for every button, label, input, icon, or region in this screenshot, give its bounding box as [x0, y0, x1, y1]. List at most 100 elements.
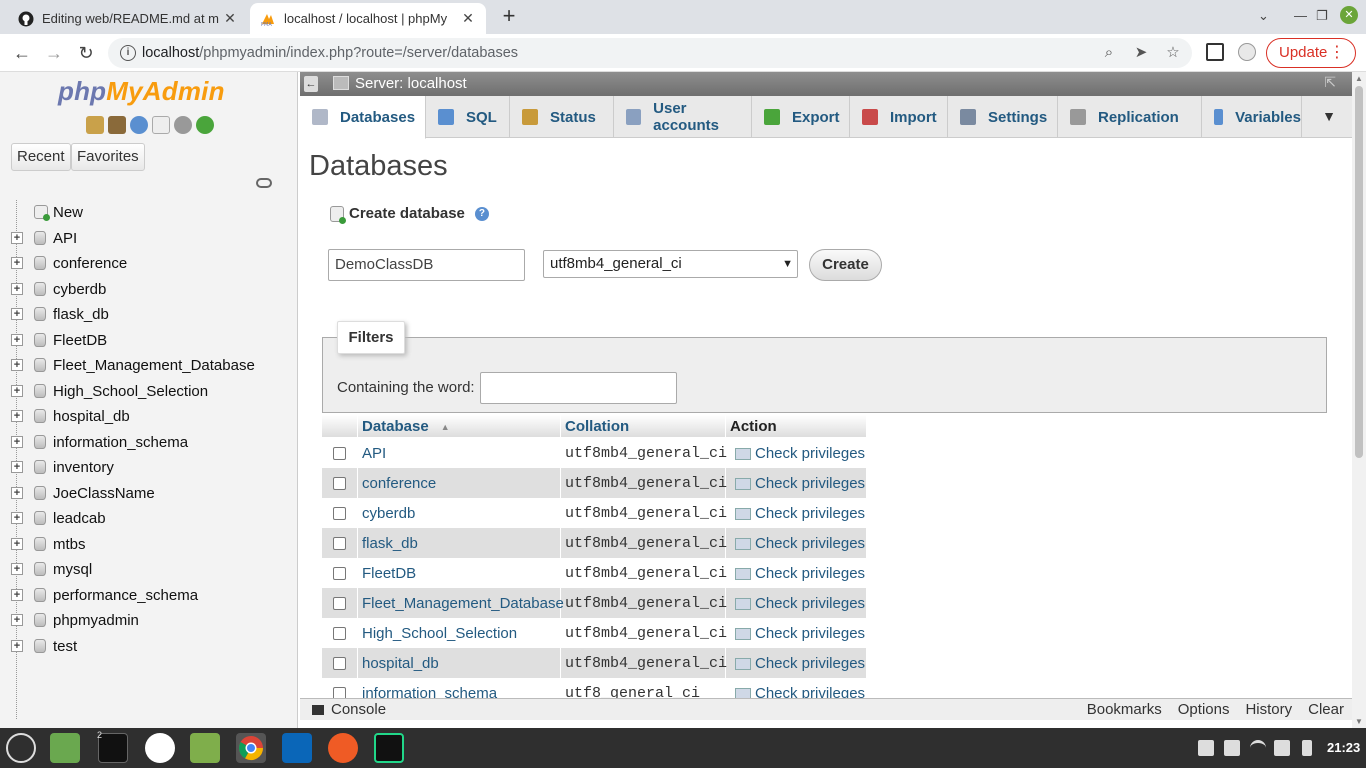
tab-search-icon[interactable]: ⌄ [1258, 8, 1269, 24]
tab-user-accounts[interactable]: User accounts [614, 96, 752, 138]
column-header-database[interactable]: Database ▲ [362, 418, 450, 435]
check-privileges-link[interactable]: Check privileges [735, 445, 865, 462]
software-manager-icon[interactable] [145, 733, 175, 763]
tree-item-database[interactable]: + FleetDB [8, 328, 293, 354]
scroll-up-icon[interactable]: ▲ [1355, 74, 1363, 83]
reload-icon[interactable]: ↻ [75, 42, 97, 64]
expand-icon[interactable]: + [11, 537, 23, 550]
tab-variables[interactable]: Variables [1202, 96, 1302, 138]
check-privileges-link[interactable]: Check privileges [735, 655, 865, 672]
help-icon[interactable]: ? [474, 206, 489, 221]
tree-item-label[interactable]: flask_db [53, 306, 109, 323]
row-checkbox[interactable] [333, 447, 346, 460]
expand-icon[interactable]: + [11, 614, 23, 626]
tree-item-label[interactable]: leadcab [53, 510, 106, 527]
close-tab-icon[interactable]: ✕ [222, 10, 238, 27]
scroll-down-icon[interactable]: ▼ [1355, 717, 1363, 726]
row-checkbox[interactable] [333, 537, 346, 550]
tab-settings[interactable]: Settings [948, 96, 1058, 138]
tree-item-label[interactable]: mysql [53, 561, 92, 578]
console-label[interactable]: Console [331, 701, 386, 718]
clipboard-icon[interactable] [1198, 740, 1214, 756]
row-checkbox[interactable] [333, 507, 346, 520]
tab-databases[interactable]: Databases [300, 96, 426, 139]
expand-icon[interactable]: + [11, 359, 23, 371]
update-button[interactable]: Update ⋮ [1266, 38, 1356, 68]
tree-item-database[interactable]: + phpmyadmin [8, 608, 293, 634]
database-link[interactable]: conference [362, 475, 436, 492]
tree-item-label[interactable]: API [53, 230, 77, 247]
collapse-navigation-icon[interactable]: ← [304, 76, 318, 92]
row-checkbox[interactable] [333, 477, 346, 490]
page-scrollbar[interactable]: ▲ ▼ [1352, 72, 1366, 728]
expand-icon[interactable]: + [11, 410, 23, 422]
wifi-icon[interactable] [1250, 740, 1266, 756]
site-info-icon[interactable]: i [120, 45, 136, 61]
check-privileges-link[interactable]: Check privileges [735, 625, 865, 642]
expand-icon[interactable]: + [11, 308, 23, 320]
tree-item-database[interactable]: + inventory [8, 455, 293, 481]
tree-item-database[interactable]: + flask_db [8, 302, 293, 328]
tree-item-database[interactable]: + leadcab [8, 506, 293, 532]
check-privileges-link[interactable]: Check privileges [735, 535, 865, 552]
tab-import[interactable]: Import [850, 96, 948, 138]
terminal-icon[interactable] [98, 733, 128, 763]
tree-item-database[interactable]: + test [8, 634, 293, 660]
tree-item-label[interactable]: conference [53, 255, 127, 272]
check-privileges-link[interactable]: Check privileges [735, 595, 865, 612]
expand-icon[interactable]: + [11, 588, 23, 601]
tree-item-database[interactable]: + JoeClassName [8, 481, 293, 507]
files-icon[interactable] [50, 733, 80, 763]
vscode-icon[interactable] [282, 733, 312, 763]
console-link-clear[interactable]: Clear [1308, 701, 1344, 718]
volume-icon[interactable] [1274, 740, 1290, 756]
tree-item-label[interactable]: mtbs [53, 536, 86, 553]
database-link[interactable]: High_School_Selection [362, 625, 517, 642]
collapse-top-menu-icon[interactable]: ⇱ [1324, 74, 1336, 91]
tree-item-label[interactable]: cyberdb [53, 281, 106, 298]
tree-item-database[interactable]: + API [8, 226, 293, 252]
restore-icon[interactable]: ❐ [1316, 8, 1328, 24]
create-button[interactable]: Create [809, 249, 882, 281]
tree-item-label[interactable]: FleetDB [53, 332, 107, 349]
url-text[interactable]: localhost/phpmyadmin/index.php?route=/se… [142, 45, 518, 61]
extension-icon[interactable] [1206, 43, 1224, 61]
tree-item-label[interactable]: JoeClassName [53, 485, 155, 502]
tree-item-database[interactable]: + information_schema [8, 430, 293, 456]
column-header-collation[interactable]: Collation [565, 418, 629, 435]
tree-item-database[interactable]: + Fleet_Management_Database [8, 353, 293, 379]
clock[interactable]: 21:23 [1327, 740, 1360, 755]
collation-select[interactable]: utf8mb4_general_ci ▼ [543, 250, 798, 278]
tree-item-label[interactable]: Fleet_Management_Database [53, 357, 255, 374]
pycharm-icon[interactable] [374, 733, 404, 763]
tree-item-database[interactable]: + High_School_Selection [8, 379, 293, 405]
expand-icon[interactable]: + [11, 333, 23, 346]
send-icon[interactable]: ➤ [1132, 44, 1150, 62]
tree-item-new[interactable]: New [8, 200, 293, 226]
expand-icon[interactable]: + [11, 257, 23, 269]
close-tab-icon[interactable]: ✕ [460, 10, 476, 27]
tree-item-label[interactable]: phpmyadmin [53, 612, 139, 629]
recent-button[interactable]: Recent [11, 143, 71, 171]
link-with-main-panel-icon[interactable] [256, 178, 272, 188]
docs-icon[interactable] [152, 116, 170, 134]
help-icon[interactable] [130, 116, 148, 134]
expand-icon[interactable]: + [11, 461, 23, 473]
database-link[interactable]: flask_db [362, 535, 418, 552]
new-tab-button[interactable]: + [498, 5, 520, 28]
expand-icon[interactable]: + [11, 282, 23, 295]
reload-navigation-icon[interactable] [196, 116, 214, 134]
tab-sql[interactable]: SQL [426, 96, 510, 138]
console-link-history[interactable]: History [1245, 701, 1292, 718]
tree-item-label[interactable]: hospital_db [53, 408, 130, 425]
address-bar[interactable]: i localhost/phpmyadmin/index.php?route=/… [108, 38, 1192, 68]
gear-icon[interactable] [174, 116, 192, 134]
profile-extension-icon[interactable] [1238, 43, 1256, 61]
expand-icon[interactable]: + [11, 512, 23, 524]
expand-icon[interactable]: + [11, 639, 23, 652]
server-label[interactable]: Server: localhost [355, 75, 467, 92]
row-checkbox[interactable] [333, 567, 346, 580]
expand-icon[interactable]: + [11, 563, 23, 575]
tree-item-database[interactable]: + mtbs [8, 532, 293, 558]
tree-item-database[interactable]: + conference [8, 251, 293, 277]
